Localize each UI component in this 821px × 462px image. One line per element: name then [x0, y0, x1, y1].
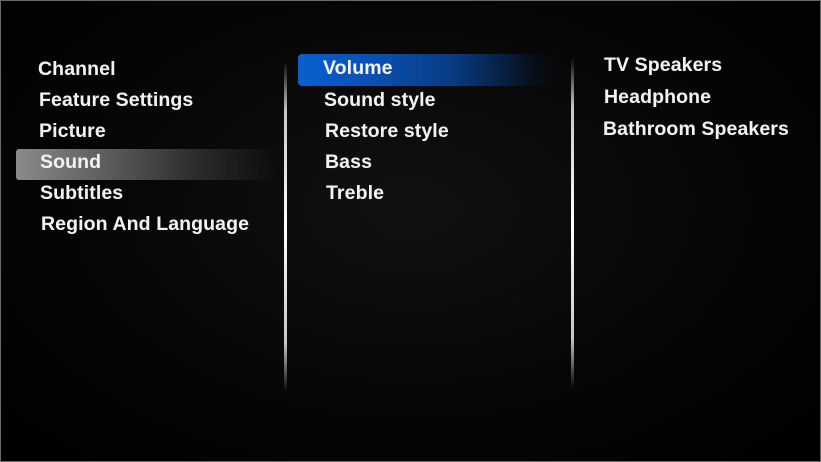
menu-item-label: Bass: [325, 151, 373, 173]
menu-item-tv-speakers[interactable]: TV Speakers: [604, 54, 722, 77]
menu-item-label: Sound: [40, 151, 102, 173]
menu-item-subtitles[interactable]: Subtitles: [40, 182, 123, 205]
menu-item-region-and-language[interactable]: Region And Language: [41, 213, 249, 236]
menu-item-treble[interactable]: Treble: [326, 182, 384, 205]
menu-item-picture[interactable]: Picture: [39, 120, 106, 143]
menu-item-bass[interactable]: Bass: [325, 151, 372, 174]
menu-item-label: Restore style: [325, 120, 449, 142]
menu-item-label: Sound style: [324, 89, 436, 111]
menu-item-feature-settings[interactable]: Feature Settings: [39, 89, 193, 112]
tv-settings-screen: Channel Feature Settings Picture Sound S…: [0, 0, 821, 462]
menu-item-label: Headphone: [604, 86, 712, 108]
menu-item-volume[interactable]: Volume: [323, 57, 393, 80]
column-divider: [284, 62, 287, 392]
menu-item-label: Region And Language: [41, 213, 250, 235]
menu-item-label: Picture: [39, 120, 106, 142]
menu-item-label: TV Speakers: [604, 54, 723, 76]
menu-item-label: Volume: [323, 57, 393, 79]
menu-item-label: Channel: [38, 58, 116, 80]
menu-item-channel[interactable]: Channel: [38, 58, 116, 81]
menu-item-sound[interactable]: Sound: [40, 151, 101, 174]
menu-item-label: Treble: [326, 182, 385, 204]
menu-item-restore-style[interactable]: Restore style: [325, 120, 449, 143]
menu-item-bathroom-speakers[interactable]: Bathroom Speakers: [603, 118, 789, 141]
menu-item-headphone[interactable]: Headphone: [604, 86, 711, 109]
menu-item-label: Bathroom Speakers: [603, 118, 789, 140]
menu-item-label: Subtitles: [40, 182, 124, 204]
column-divider: [571, 58, 574, 388]
menu-item-sound-style[interactable]: Sound style: [324, 89, 436, 112]
menu-item-label: Feature Settings: [39, 89, 194, 111]
